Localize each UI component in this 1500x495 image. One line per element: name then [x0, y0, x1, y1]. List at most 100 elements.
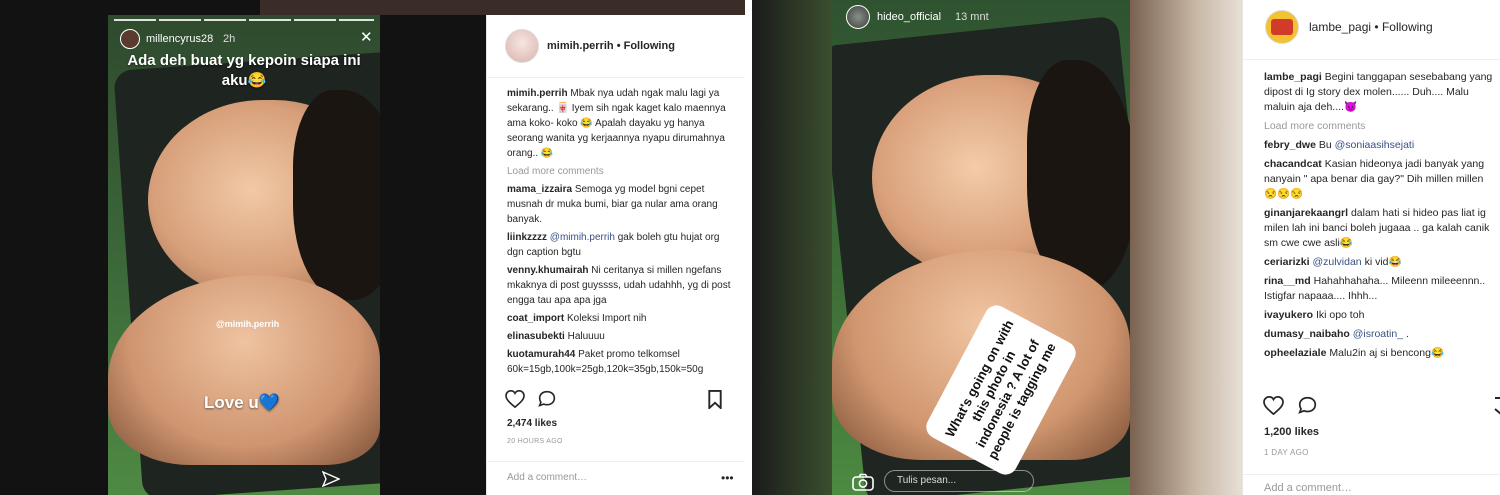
post-actions	[505, 390, 730, 412]
load-more-comments[interactable]: Load more comments	[507, 164, 733, 179]
comment-username[interactable]: rina__md	[1264, 275, 1311, 287]
heart-icon[interactable]	[505, 390, 525, 408]
post-header: lambe_pagi • Following	[1243, 0, 1500, 60]
comment-row: kuotamurah44 Paket promo telkomsel 60k=1…	[507, 347, 733, 377]
comment-row: ceriarizki @zulvidan ki vid😂	[1264, 255, 1496, 270]
story-time: 13 mnt	[955, 11, 989, 23]
comment-username[interactable]: ginanjarekaangrl	[1264, 207, 1348, 219]
story-mention-tag[interactable]: @mimih.perrih	[216, 319, 279, 329]
story-reply-input[interactable]: Tulis pesan...	[884, 470, 1034, 492]
top-strip	[260, 0, 745, 15]
comment-username[interactable]: elinasubekti	[507, 331, 565, 342]
add-comment-input[interactable]: Add a comment…	[1264, 482, 1352, 494]
post-panel: mimih.perrih • Following mimih.perrih Mb…	[486, 15, 745, 495]
more-options-icon[interactable]: •••	[721, 471, 734, 485]
comment-username[interactable]: ceriarizki	[1264, 256, 1310, 268]
follow-status[interactable]: Following	[1382, 20, 1433, 34]
story-avatar[interactable]	[120, 29, 140, 49]
post-header: mimih.perrih • Following	[487, 15, 745, 78]
blurred-background-left	[752, 0, 832, 495]
close-icon[interactable]: ✕	[360, 30, 373, 45]
story-viewer-2[interactable]: hideo_official 13 mnt What's going on wi…	[752, 0, 1242, 495]
camera-icon[interactable]	[852, 473, 874, 491]
comment-row: venny.khumairah Ni ceritanya si millen n…	[507, 263, 733, 308]
load-more-comments[interactable]: Load more comments	[1264, 119, 1496, 134]
comment-username[interactable]: venny.khumairah	[507, 265, 589, 276]
blurred-background-right	[1130, 0, 1242, 495]
comment-row: liinkzzzz @mimih.perrih gak boleh gtu hu…	[507, 230, 733, 260]
likes-count[interactable]: 2,474 likes	[507, 418, 557, 429]
comment-text: Iki opo toh	[1315, 309, 1365, 321]
story-progress-segment	[204, 19, 246, 21]
bookmark-icon[interactable]	[707, 390, 723, 409]
comment-username[interactable]: chacandcat	[1264, 158, 1322, 170]
comment-row: dumasy_naibaho @isroatin_ .	[1264, 327, 1496, 342]
story-time: 2h	[223, 33, 236, 45]
comment-row: coat_import Koleksi Import nih	[507, 311, 733, 326]
send-icon[interactable]	[322, 471, 340, 487]
comment-row: febry_dwe Bu @soniaasihsejati	[1264, 138, 1496, 153]
post-caption: mimih.perrih Mbak nya udah ngak malu lag…	[507, 86, 733, 161]
comment-icon[interactable]	[1297, 396, 1318, 415]
comment-text: Koleksi Import nih	[567, 313, 647, 324]
story-username[interactable]: hideo_official	[877, 11, 941, 23]
reply-placeholder: Tulis pesan...	[897, 475, 957, 486]
story-love-text: Love u💙	[204, 393, 280, 412]
comment-text: Haluuuu	[567, 331, 605, 342]
comments-list: lambe_pagi Begini tanggapan sesebabang y…	[1264, 70, 1496, 390]
comment-username[interactable]: liinkzzzz	[507, 232, 547, 243]
comment-text: .	[1405, 328, 1409, 340]
post-username[interactable]: lambe_pagi	[1309, 20, 1371, 34]
comment-row: ivayukero Iki opo toh	[1264, 308, 1496, 323]
post-time-ago: 20 HOURS AGO	[507, 438, 563, 445]
add-comment-bar[interactable]: Add a comment… •••	[487, 461, 745, 495]
story-photo-hair	[293, 90, 380, 300]
story-progress-segment	[339, 19, 374, 21]
left-screenshot: millencyrus28 2h ✕ Ada deh buat yg kepoi…	[0, 0, 745, 495]
comment-username[interactable]: ivayukero	[1264, 309, 1313, 321]
comment-icon[interactable]	[537, 390, 557, 408]
comment-row: ginanjarekaangrl dalam hati si hideo pas…	[1264, 206, 1496, 251]
comment-mention[interactable]: @mimih.perrih	[550, 232, 615, 243]
post-username[interactable]: mimih.perrih	[547, 40, 614, 52]
comment-username[interactable]: coat_import	[507, 313, 564, 324]
story-caption: Ada deh buat yg kepoin siapa ini aku😂	[127, 52, 361, 89]
post-username-line[interactable]: mimih.perrih • Following	[547, 40, 675, 52]
comment-username[interactable]: opheelaziale	[1264, 347, 1326, 359]
story-username[interactable]: millencyrus28	[146, 33, 213, 45]
heart-icon[interactable]	[1263, 396, 1284, 415]
comment-username[interactable]: dumasy_naibaho	[1264, 328, 1350, 340]
post-caption: lambe_pagi Begini tanggapan sesebabang y…	[1264, 70, 1496, 115]
comment-row: chacandcat Kasian hideonya jadi banyak y…	[1264, 157, 1496, 202]
caption-username[interactable]: mimih.perrih	[507, 88, 568, 99]
comments-list: mimih.perrih Mbak nya udah ngak malu lag…	[507, 86, 733, 382]
story-progress-segment	[294, 19, 336, 21]
bookmark-icon[interactable]	[1493, 397, 1500, 415]
follow-status[interactable]: Following	[624, 40, 675, 52]
comment-mention[interactable]: @isroatin_	[1353, 328, 1403, 340]
post-avatar[interactable]	[1265, 10, 1299, 44]
post-time-ago: 1 DAY AGO	[1264, 448, 1309, 457]
add-comment-bar[interactable]: Add a comment…	[1243, 474, 1500, 495]
add-comment-input[interactable]: Add a comment…	[507, 472, 587, 483]
comment-text: Malu2in aj si bencong😂	[1329, 347, 1445, 359]
comment-username[interactable]: febry_dwe	[1264, 139, 1316, 151]
likes-count[interactable]: 1,200 likes	[1264, 426, 1319, 438]
comment-username[interactable]: kuotamurah44	[507, 349, 575, 360]
caption-username[interactable]: lambe_pagi	[1264, 71, 1322, 83]
post-avatar[interactable]	[505, 29, 539, 63]
story-reply-bar: Tulis pesan...	[832, 468, 1130, 495]
comment-row: opheelaziale Malu2in aj si bencong😂	[1264, 346, 1496, 361]
post-username-line[interactable]: lambe_pagi • Following	[1309, 20, 1433, 34]
story-progress-segment	[249, 19, 291, 21]
comment-mention[interactable]: @soniaasihsejati	[1335, 139, 1415, 151]
comment-mention[interactable]: @zulvidan	[1312, 256, 1361, 268]
comment-text: Bu	[1318, 139, 1332, 151]
post-actions	[1263, 396, 1500, 418]
story-progress-segment	[159, 19, 201, 21]
comment-username[interactable]: mama_izzaira	[507, 184, 572, 195]
comment-row: mama_izzaira Semoga yg model bgni cepet …	[507, 182, 733, 227]
comment-row: rina__md Hahahhahaha... Mileenn mileeenn…	[1264, 274, 1496, 304]
story-viewer[interactable]: millencyrus28 2h ✕ Ada deh buat yg kepoi…	[108, 15, 380, 495]
story-avatar[interactable]	[846, 5, 870, 29]
